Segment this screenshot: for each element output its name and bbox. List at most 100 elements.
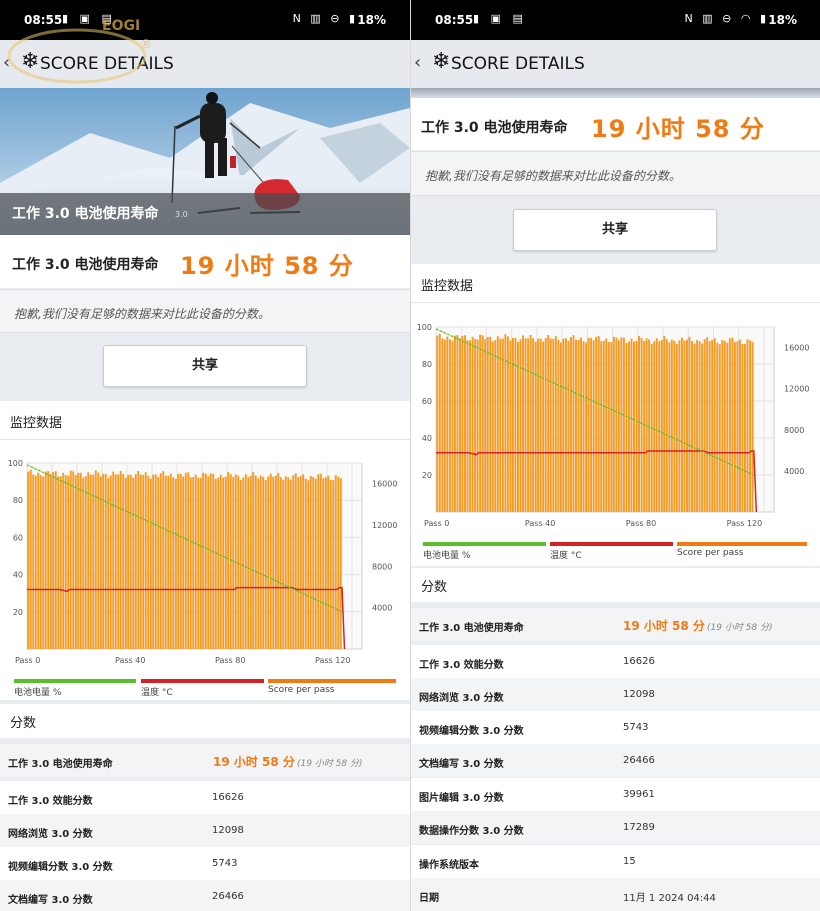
score-bar [554, 336, 557, 512]
legend-battery-swatch [14, 679, 136, 683]
score-bar [34, 475, 37, 649]
score-bar [562, 338, 565, 512]
hero-title: 工作 3.0 电池使用寿命 [12, 206, 159, 222]
row-value: 11月 1 2024 04:44 [623, 893, 716, 904]
legend-temp-label: 温度 °C [550, 551, 582, 561]
score-bar [337, 476, 340, 649]
score-bar [625, 342, 628, 512]
score-bar [496, 336, 499, 512]
back-chevron-icon[interactable]: ‹ [3, 52, 10, 73]
score-bar [292, 475, 295, 649]
score-bar [232, 477, 235, 649]
score-bar [471, 336, 474, 512]
score-bar [229, 474, 232, 649]
score-bar [339, 478, 342, 649]
score-bar [638, 336, 641, 512]
score-bar [678, 340, 681, 512]
score-bar [134, 474, 137, 649]
score-bar [254, 475, 257, 649]
score-bar [184, 472, 187, 649]
score-bar [79, 472, 82, 649]
score-bar [711, 340, 714, 512]
score-bar [97, 472, 100, 649]
score-bar [499, 338, 502, 512]
score-bar [69, 470, 72, 649]
y-left-tick-label: 40 [422, 434, 432, 443]
score-bar [479, 334, 482, 512]
score-bar [587, 337, 590, 512]
score-bar [529, 334, 532, 512]
hero-image-edge [411, 88, 820, 98]
score-bar [673, 340, 676, 512]
score-bar [484, 339, 487, 512]
score-bar [127, 474, 130, 649]
score-bar [299, 476, 302, 649]
score-bar [446, 336, 449, 512]
row-label: 文档编写 3.0 分数 [8, 895, 93, 906]
score-bar [49, 474, 52, 649]
score-bar [99, 476, 102, 649]
share-button[interactable]: 共享 [513, 209, 717, 251]
score-bar [537, 338, 540, 512]
monitor-chart-panel: 100 80 60 40 20 16000 12000 8000 4000 Pass 0 Pass … [0, 440, 410, 700]
score-bar [277, 472, 280, 649]
score-bar [600, 341, 603, 512]
snowflake-icon: ❄ [21, 49, 40, 74]
score-bar [693, 343, 696, 512]
score-card: 工作 3.0 电池使用寿命 19 小时 58 分 [411, 98, 820, 150]
score-bar [187, 472, 190, 649]
share-button[interactable]: 共享 [103, 345, 307, 387]
y-left-tick-label: 40 [13, 571, 23, 580]
score-row: 视频编辑分数 3.0 分数 5743 [411, 711, 820, 744]
score-bar [633, 341, 635, 512]
score-bar [569, 337, 572, 512]
score-bar [466, 340, 469, 512]
score-bar [117, 474, 120, 649]
score-bar [716, 342, 719, 512]
score-bar [219, 474, 222, 649]
score-bar [703, 339, 706, 512]
score-bar [615, 337, 618, 512]
score-bar [77, 472, 80, 649]
score-bar [174, 478, 177, 649]
y-left-tick-label: 80 [13, 496, 23, 505]
score-bar [89, 474, 92, 649]
comparison-note-text: 抱歉,我们没有足够的数据来对比此设备的分数。 [14, 307, 270, 321]
status-time: 08:55 [435, 13, 474, 27]
score-bar [32, 474, 35, 649]
score-bar [736, 341, 739, 512]
score-bar [252, 472, 255, 649]
legend-score-label: Score per pass [677, 548, 744, 558]
snowflake-icon: ❄ [432, 49, 451, 74]
score-bar [481, 335, 484, 512]
score-bar [104, 474, 107, 649]
status-time: 08:55 [24, 13, 63, 27]
score-bar [124, 477, 127, 649]
score-bar [267, 476, 270, 649]
score-bar [317, 474, 320, 649]
score-bar [287, 477, 290, 649]
back-chevron-icon[interactable]: ‹ [414, 52, 421, 73]
score-bar [489, 336, 492, 512]
score-bar [169, 473, 172, 649]
y-left-tick-label: 60 [13, 533, 23, 542]
row-value: 26466 [212, 891, 244, 902]
score-bar [696, 340, 699, 512]
score-bar [327, 475, 330, 649]
status-bar: 08:55 ▮ ▣ ▤ N ▥ ⊖ ▮ 18% [0, 0, 410, 40]
score-bar [738, 339, 741, 512]
score-bar [582, 341, 585, 512]
score-bar [39, 475, 42, 649]
score-bar [54, 471, 57, 649]
score-bar [438, 333, 441, 512]
score-bar [42, 476, 45, 649]
score-bar [595, 336, 598, 512]
scores-section-header: 分数 [411, 568, 820, 602]
score-bar [294, 473, 297, 649]
score-bar [509, 340, 512, 512]
score-bar [575, 339, 577, 512]
score-bar [580, 337, 582, 512]
score-bar [289, 479, 292, 649]
score-label: 工作 3.0 电池使用寿命 [421, 120, 568, 136]
score-bar [47, 471, 50, 649]
